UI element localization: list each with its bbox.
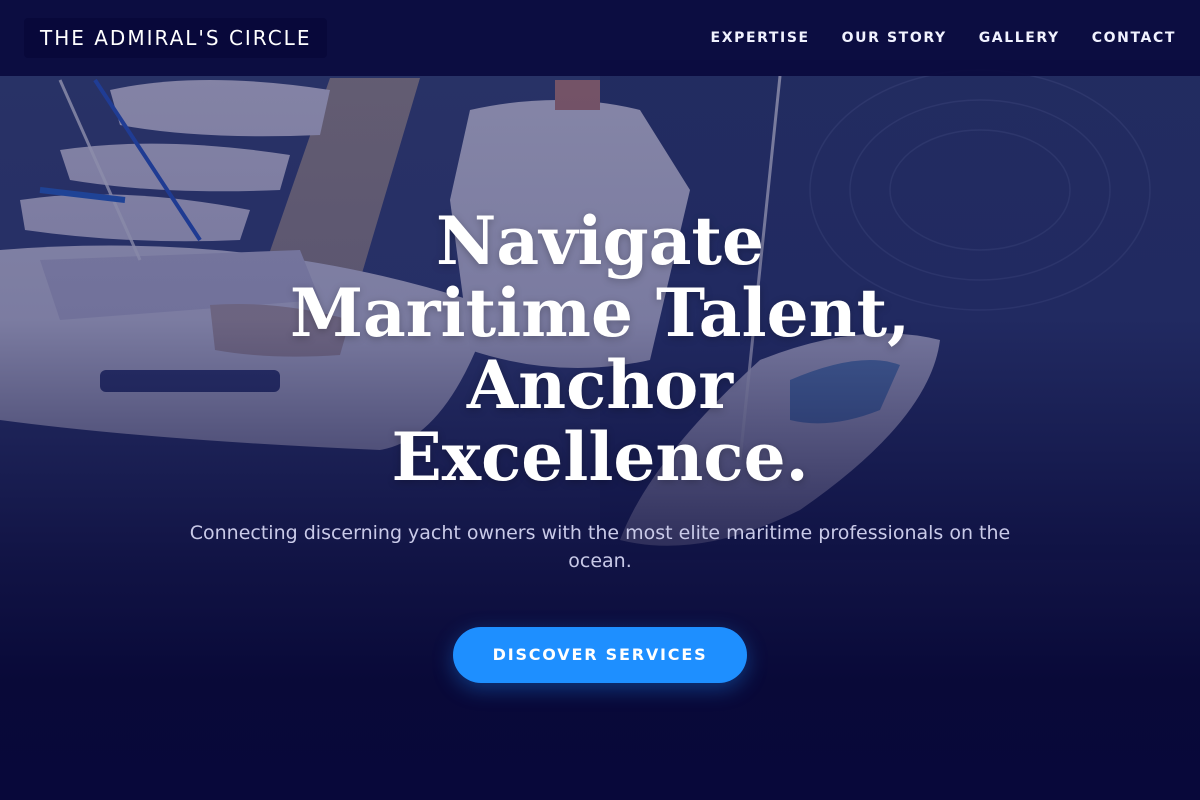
nav-link-expertise[interactable]: EXPERTISE — [711, 30, 810, 46]
nav-link-gallery[interactable]: GALLERY — [979, 30, 1060, 46]
discover-services-button[interactable]: DISCOVER SERVICES — [452, 627, 748, 683]
hero-subtitle: Connecting discerning yacht owners with … — [189, 522, 1011, 572]
site-header: THE ADMIRAL'S CIRCLE EXPERTISE OUR STORY… — [0, 0, 1200, 76]
nav-link-contact[interactable]: CONTACT — [1092, 30, 1176, 46]
brand-logo[interactable]: THE ADMIRAL'S CIRCLE — [24, 18, 328, 58]
hero-section: Navigate Maritime Talent, Anchor Excelle… — [0, 205, 1200, 683]
nav-link-our-story[interactable]: OUR STORY — [842, 30, 947, 46]
hero-title: Navigate Maritime Talent, Anchor Excelle… — [289, 202, 911, 496]
main-nav: EXPERTISE OUR STORY GALLERY CONTACT — [711, 30, 1176, 46]
